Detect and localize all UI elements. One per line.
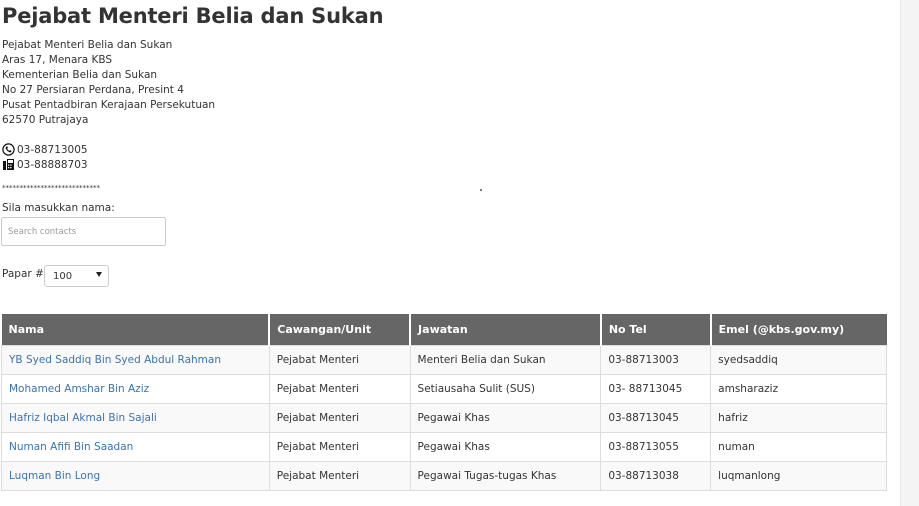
table-row: Numan Afifi Bin Saadan Pejabat Menteri P… (1, 431, 887, 462)
page-title: Pejabat Menteri Belia dan Sukan (2, 4, 384, 28)
cell-tel: 03-88713003 (600, 344, 712, 375)
cell-nama: Numan Afifi Bin Saadan (1, 431, 270, 462)
cell-nama: YB Syed Saddiq Bin Syed Abdul Rahman (1, 344, 270, 375)
page-size-value: 100 (53, 270, 73, 282)
contact-name-link[interactable]: Numan Afifi Bin Saadan (9, 441, 133, 453)
address-line: 62570 Putrajaya (2, 114, 89, 126)
address-line: Pejabat Menteri Belia dan Sukan (2, 39, 173, 51)
cell-tel: 03-88713038 (600, 460, 712, 491)
column-header-no-tel[interactable]: No Tel (600, 314, 712, 345)
column-header-jawatan[interactable]: Jawatan (410, 314, 602, 345)
contact-name-link[interactable]: YB Syed Saddiq Bin Syed Abdul Rahman (9, 354, 221, 366)
cell-emel: luqmanlong (710, 460, 887, 491)
cell-emel: amsharaziz (710, 373, 887, 404)
cell-emel: syedsaddiq (710, 344, 887, 375)
cell-jawatan: Setiausaha Sulit (SUS) (409, 373, 602, 404)
fax-icon (2, 158, 15, 171)
cell-jawatan: Menteri Belia dan Sukan (409, 344, 602, 375)
fax-number: 03-88888703 (17, 158, 88, 171)
phone-icon (2, 143, 15, 156)
cell-jawatan: Pegawai Tugas-tugas Khas (409, 460, 602, 491)
decorative-dot (480, 189, 482, 191)
scrollbar-track[interactable] (900, 0, 919, 506)
column-header-nama[interactable]: Nama (1, 314, 271, 345)
contact-name-link[interactable]: Hafriz Iqbal Akmal Bin Sajali (9, 412, 157, 424)
table-header-row: Nama Cawangan/Unit Jawatan No Tel Emel (… (1, 314, 887, 345)
address-line: Kementerian Belia dan Sukan (2, 69, 158, 81)
cell-nama: Luqman Bin Long (1, 460, 270, 491)
cell-tel: 03-88713045 (600, 402, 712, 433)
contact-name-link[interactable]: Mohamed Amshar Bin Aziz (9, 383, 149, 395)
search-input[interactable] (1, 217, 166, 246)
page-size-select[interactable]: 100 (44, 265, 109, 287)
phone-number: 03-88713005 (17, 143, 88, 156)
cell-tel: 03- 88713045 (600, 373, 712, 404)
papar-label: Papar # (2, 268, 44, 280)
column-header-cawangan[interactable]: Cawangan/Unit (269, 314, 412, 345)
cell-jawatan: Pegawai Khas (409, 402, 602, 433)
phone-line: 03-88713005 (2, 142, 88, 157)
cell-unit: Pejabat Menteri (268, 373, 411, 404)
contact-name-link[interactable]: Luqman Bin Long (9, 470, 100, 482)
cell-unit: Pejabat Menteri (268, 344, 411, 375)
chevron-down-icon (96, 272, 102, 277)
cell-jawatan: Pegawai Khas (409, 431, 602, 462)
address-line: Aras 17, Menara KBS (2, 54, 113, 66)
cell-nama: Mohamed Amshar Bin Aziz (1, 373, 270, 404)
table-row: Hafriz Iqbal Akmal Bin Sajali Pejabat Me… (1, 402, 887, 433)
cell-emel: hafriz (710, 402, 887, 433)
table-row: Luqman Bin Long Pejabat Menteri Pegawai … (1, 460, 887, 491)
page: Pejabat Menteri Belia dan Sukan Pejabat … (0, 0, 900, 506)
address-block: Pejabat Menteri Belia dan Sukan Aras 17,… (2, 38, 215, 128)
contacts-table: Nama Cawangan/Unit Jawatan No Tel Emel (… (1, 314, 887, 491)
cell-unit: Pejabat Menteri (268, 460, 411, 491)
search-label: Sila masukkan nama: (2, 202, 115, 214)
table-row: YB Syed Saddiq Bin Syed Abdul Rahman Pej… (1, 344, 887, 375)
column-header-emel[interactable]: Emel (@kbs.gov.my) (710, 314, 887, 345)
fax-line: 03-88888703 (2, 157, 88, 172)
cell-emel: numan (710, 431, 887, 462)
table-row: Mohamed Amshar Bin Aziz Pejabat Menteri … (1, 373, 887, 404)
cell-unit: Pejabat Menteri (268, 431, 411, 462)
address-line: Pusat Pentadbiran Kerajaan Persekutuan (2, 99, 216, 111)
address-line: No 27 Persiaran Perdana, Presint 4 (2, 84, 184, 96)
cell-unit: Pejabat Menteri (268, 402, 411, 433)
cell-nama: Hafriz Iqbal Akmal Bin Sajali (1, 402, 270, 433)
cell-tel: 03-88713055 (600, 431, 712, 462)
separator-stars: **************************** (2, 184, 100, 192)
